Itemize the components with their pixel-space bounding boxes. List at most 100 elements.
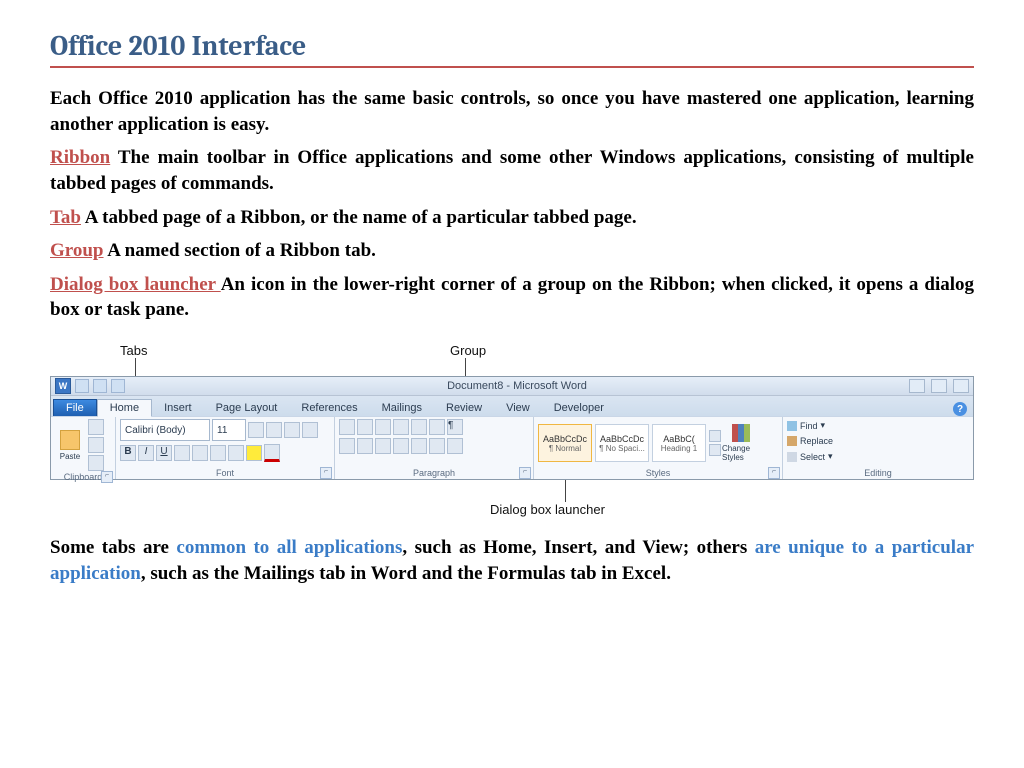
tab-text: A tabbed page of a Ribbon, or the name o… <box>81 207 637 228</box>
tab-page-layout[interactable]: Page Layout <box>204 400 290 416</box>
paragraph-launcher[interactable]: ⌐ <box>519 467 531 479</box>
ribbon: Paste Clipboard ⌐ Calibri (Body) <box>51 416 973 479</box>
style-heading-1[interactable]: AaBbC( Heading 1 <box>652 424 706 462</box>
grow-font-icon[interactable] <box>248 422 264 438</box>
group-definition: Group A named section of a Ribbon tab. <box>50 238 974 264</box>
highlight-icon[interactable] <box>246 445 262 461</box>
tab-developer[interactable]: Developer <box>542 400 616 416</box>
find-icon <box>787 421 797 431</box>
footer-paragraph: Some tabs are common to all applications… <box>50 535 974 586</box>
group-styles: AaBbCcDc ¶ Normal AaBbCcDc ¶ No Spaci...… <box>534 417 783 479</box>
tab-view[interactable]: View <box>494 400 542 416</box>
sort-icon[interactable] <box>429 419 445 435</box>
tab-term: Tab <box>50 207 81 228</box>
quick-access-toolbar <box>75 379 125 393</box>
paste-icon <box>60 430 80 450</box>
callout-tabs: Tabs <box>120 343 450 358</box>
numbering-icon[interactable] <box>357 419 373 435</box>
font-label: Font ⌐ <box>120 467 330 479</box>
justify-icon[interactable] <box>393 438 409 454</box>
title-bar: W Document8 - Microsoft Word <box>51 377 973 396</box>
dbl-term: Dialog box launcher <box>50 274 221 295</box>
ribbon-tabs: File Home Insert Page Layout References … <box>51 396 973 416</box>
superscript-icon[interactable] <box>210 445 226 461</box>
line-spacing-icon[interactable] <box>411 438 427 454</box>
tab-home[interactable]: Home <box>97 399 152 417</box>
subscript-icon[interactable] <box>192 445 208 461</box>
close-button[interactable] <box>953 379 969 393</box>
bold-icon[interactable]: B <box>120 445 136 461</box>
tab-definition: Tab A tabbed page of a Ribbon, or the na… <box>50 205 974 231</box>
format-painter-icon[interactable] <box>88 455 104 471</box>
change-styles-icon <box>732 424 750 442</box>
group-editing: Find ▾ Replace Select ▾ Editing <box>783 417 973 479</box>
align-center-icon[interactable] <box>357 438 373 454</box>
ribbon-definition: Ribbon The main toolbar in Office applic… <box>50 145 974 196</box>
styles-launcher[interactable]: ⌐ <box>768 467 780 479</box>
style-normal[interactable]: AaBbCcDc ¶ Normal <box>538 424 592 462</box>
page-title: Office 2010 Interface <box>50 30 974 68</box>
tab-review[interactable]: Review <box>434 400 494 416</box>
font-color-icon[interactable] <box>264 444 280 462</box>
paste-button[interactable]: Paste <box>55 426 85 464</box>
intro-paragraph: Each Office 2010 application has the sam… <box>50 86 974 137</box>
qat-redo-icon[interactable] <box>111 379 125 393</box>
group-text: A named section of a Ribbon tab. <box>104 240 376 261</box>
cut-icon[interactable] <box>88 419 104 435</box>
word-icon: W <box>55 378 71 394</box>
strikethrough-icon[interactable] <box>174 445 190 461</box>
replace-icon <box>787 436 797 446</box>
document-title: Document8 - Microsoft Word <box>125 380 909 392</box>
minimize-button[interactable] <box>909 379 925 393</box>
ribbon-term: Ribbon <box>50 147 110 168</box>
maximize-button[interactable] <box>931 379 947 393</box>
callout-dialog-launcher: Dialog box launcher <box>50 502 974 517</box>
copy-icon[interactable] <box>88 437 104 453</box>
align-right-icon[interactable] <box>375 438 391 454</box>
styles-gallery-more-icon[interactable] <box>709 430 719 456</box>
shading-icon[interactable] <box>429 438 445 454</box>
word-window: W Document8 - Microsoft Word File Home I… <box>50 376 974 480</box>
replace-button[interactable]: Replace <box>787 436 833 446</box>
group-term: Group <box>50 240 104 261</box>
increase-indent-icon[interactable] <box>411 419 427 435</box>
bullets-icon[interactable] <box>339 419 355 435</box>
tab-insert[interactable]: Insert <box>152 400 204 416</box>
ribbon-diagram: Tabs Group W Document8 - Microsoft Word … <box>50 343 974 517</box>
dialog-launcher-definition: Dialog box launcher An icon in the lower… <box>50 272 974 323</box>
change-styles-button[interactable]: Change Styles <box>722 423 760 463</box>
clear-formatting-icon[interactable] <box>302 422 318 438</box>
group-font: Calibri (Body) 11 B I U <box>116 417 335 479</box>
find-button[interactable]: Find ▾ <box>787 420 825 431</box>
styles-label: Styles ⌐ <box>538 467 778 479</box>
multilevel-list-icon[interactable] <box>375 419 391 435</box>
font-launcher[interactable]: ⌐ <box>320 467 332 479</box>
italic-icon[interactable]: I <box>138 445 154 461</box>
ribbon-text: The main toolbar in Office applications … <box>50 147 974 194</box>
paste-label: Paste <box>60 452 80 461</box>
select-icon <box>787 452 797 462</box>
tab-file[interactable]: File <box>53 399 97 416</box>
tab-mailings[interactable]: Mailings <box>370 400 434 416</box>
callout-group: Group <box>450 343 486 358</box>
qat-undo-icon[interactable] <box>93 379 107 393</box>
align-left-icon[interactable] <box>339 438 355 454</box>
group-paragraph: ¶ Paragraph ⌐ <box>335 417 534 479</box>
decrease-indent-icon[interactable] <box>393 419 409 435</box>
font-size-dropdown[interactable]: 11 <box>212 419 246 441</box>
group-clipboard: Paste Clipboard ⌐ <box>51 417 116 479</box>
qat-save-icon[interactable] <box>75 379 89 393</box>
text-effects-icon[interactable] <box>228 445 244 461</box>
paragraph-label: Paragraph ⌐ <box>339 467 529 479</box>
tab-references[interactable]: References <box>289 400 369 416</box>
underline-icon[interactable]: U <box>156 445 172 461</box>
editing-label: Editing <box>787 467 969 479</box>
help-icon[interactable]: ? <box>953 402 967 416</box>
borders-icon[interactable] <box>447 438 463 454</box>
style-no-spacing[interactable]: AaBbCcDc ¶ No Spaci... <box>595 424 649 462</box>
change-case-icon[interactable] <box>284 422 300 438</box>
select-button[interactable]: Select ▾ <box>787 451 833 462</box>
shrink-font-icon[interactable] <box>266 422 282 438</box>
show-hide-icon[interactable]: ¶ <box>447 419 463 435</box>
font-name-dropdown[interactable]: Calibri (Body) <box>120 419 210 441</box>
